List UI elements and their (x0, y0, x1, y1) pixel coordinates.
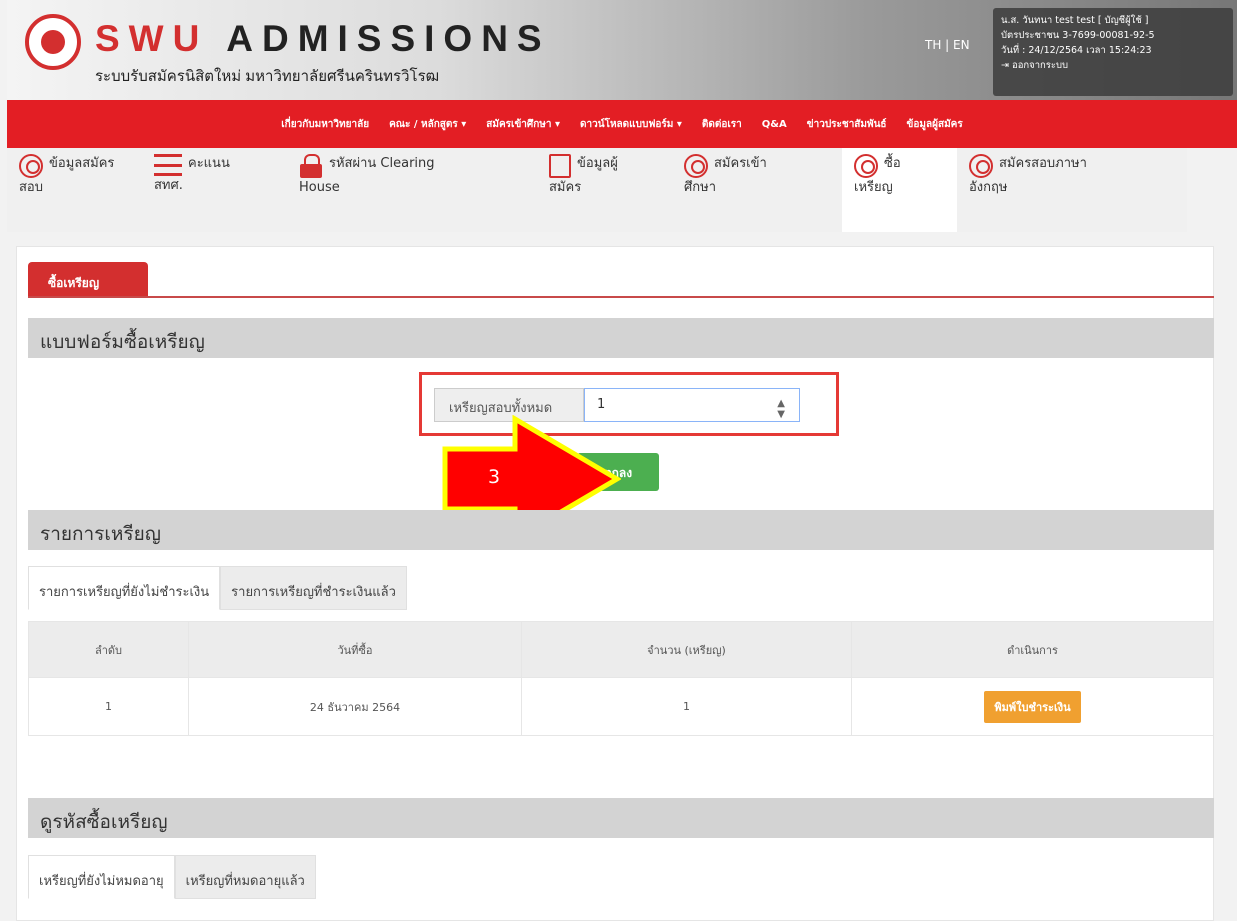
col-action: ดำเนินการ (851, 621, 1214, 678)
tab-clearing-house[interactable]: รหัสผ่าน Clearing House (287, 148, 537, 232)
nav-item-news[interactable]: ข่าวประชาสัมพันธ์ (807, 117, 887, 132)
user-edit-icon (854, 154, 878, 178)
nav-item-contact[interactable]: ติดต่อเรา (702, 117, 742, 132)
tab-paid-coins[interactable]: รายการเหรียญที่ชำระเงินแล้ว (220, 566, 407, 610)
tab-label: สมัครเข้า (714, 156, 767, 171)
nav-item-download[interactable]: ดาวน์โหลดแบบฟอร์ม ▾ (580, 117, 682, 132)
coin-list-table: ลำดับ วันที่ซื้อ จำนวน (เหรียญ) ดำเนินกา… (28, 621, 1214, 736)
logout-icon: ⇥ (1001, 60, 1012, 71)
tab-label: สมัครสอบภาษา (999, 156, 1087, 171)
col-quantity: จำนวน (เหรียญ) (521, 621, 852, 678)
logout-label: ออกจากระบบ (1011, 60, 1069, 71)
tab-label: ศึกษา (684, 180, 716, 195)
tab-label: ข้อมูลผู้ (577, 156, 618, 171)
coin-code-tabs: เหรียญที่ยังไม่หมดอายุ เหรียญที่หมดอายุแ… (28, 855, 316, 899)
lock-icon (299, 154, 323, 178)
page-tab-buy-coin[interactable]: ซื้อเหรียญ (28, 262, 148, 296)
user-edit-icon (684, 154, 708, 178)
brand-admissions: ADMISSIONS (226, 18, 551, 59)
tab-onet-score[interactable]: คะแนน สทศ. (142, 148, 287, 232)
tab-unpaid-coins[interactable]: รายการเหรียญที่ยังไม่ชำระเงิน (28, 566, 221, 610)
tab-label: สมัคร (549, 180, 582, 195)
tab-label: ข้อมูลสมัคร (49, 156, 115, 171)
cell-action: พิมพ์ใบชำระเงิน (851, 677, 1214, 736)
brand-swu: SWU (95, 18, 209, 59)
nav-item-qa[interactable]: Q&A (762, 119, 787, 130)
feature-tabs: ข้อมูลสมัคร สอบ คะแนน สทศ. รหัสผ่าน Clea… (7, 148, 1237, 232)
tab-english-exam[interactable]: สมัครสอบภาษา อังกฤษ (957, 148, 1187, 232)
main-nav: เกี่ยวกับมหาวิทยาลัย คณะ / หลักสูตร ▾ สม… (7, 100, 1237, 148)
col-purchase-date: วันที่ซื้อ (188, 621, 522, 678)
cell-order: 1 (28, 677, 189, 736)
coin-list-section-header: รายการเหรียญ (28, 510, 1214, 550)
nav-item-faculty[interactable]: คณะ / หลักสูตร ▾ (389, 117, 466, 132)
brand-title: SWU ADMISSIONS (95, 18, 551, 60)
user-name[interactable]: น.ส. วันทนา test test [ บัญชีผู้ใช้ ] (1001, 13, 1225, 28)
site-header: SWU ADMISSIONS ระบบรับสมัครนิสิตใหม่ มหา… (7, 0, 1237, 100)
nav-item-apply[interactable]: สมัครเข้าศึกษา ▾ (486, 117, 560, 132)
swu-logo[interactable] (25, 14, 81, 70)
user-edit-icon (19, 154, 43, 178)
tab-label: สทศ. (154, 178, 183, 193)
tab-applicant-info[interactable]: ข้อมูลผู้ สมัคร (537, 148, 672, 232)
document-icon (549, 154, 571, 178)
page-tab-divider (28, 296, 1214, 298)
tab-apply[interactable]: สมัครเข้า ศึกษา (672, 148, 842, 232)
coin-list-tabs: รายการเหรียญที่ยังไม่ชำระเงิน รายการเหรี… (28, 566, 407, 610)
tab-valid-coins[interactable]: เหรียญที่ยังไม่หมดอายุ (28, 855, 175, 899)
step-number: 3 (487, 466, 501, 488)
tab-label: รหัสผ่าน Clearing (329, 156, 435, 171)
user-datetime: วันที่ : 24/12/2564 เวลา 15:24:23 (1001, 45, 1152, 56)
language-switch[interactable]: TH | EN (925, 38, 970, 52)
user-edit-icon (969, 154, 993, 178)
tab-label: ซื้อ (884, 156, 901, 171)
spinner-icon[interactable]: ▲ ▼ (777, 398, 785, 420)
brand-subtitle: ระบบรับสมัครนิสิตใหม่ มหาวิทยาลัยศรีนคริ… (95, 68, 440, 85)
logout-link[interactable]: ⇥ ออกจากระบบ (1001, 58, 1225, 73)
tab-expired-coins[interactable]: เหรียญที่หมดอายุแล้ว (174, 855, 316, 899)
coin-quantity-value: 1 (597, 397, 606, 412)
list-icon (154, 154, 182, 176)
user-info-box: น.ส. วันทนา test test [ บัญชีผู้ใช้ ] บั… (993, 8, 1233, 96)
tab-label: สอบ (19, 180, 43, 195)
tab-label: เหรียญ (854, 180, 893, 195)
nav-item-about[interactable]: เกี่ยวกับมหาวิทยาลัย (281, 117, 369, 132)
user-id-card: บัตรประชาชน 3-7699-00081-92-5 (1001, 30, 1155, 41)
tab-label: House (299, 180, 340, 195)
tab-exam-info[interactable]: ข้อมูลสมัคร สอบ (7, 148, 142, 232)
cell-date: 24 ธันวาคม 2564 (188, 677, 522, 736)
print-payment-button[interactable]: พิมพ์ใบชำระเงิน (984, 690, 1081, 723)
table-row: 1 24 ธันวาคม 2564 1 พิมพ์ใบชำระเงิน (28, 677, 1214, 736)
col-order: ลำดับ (28, 621, 189, 678)
nav-item-applicant[interactable]: ข้อมูลผู้สมัคร (907, 117, 963, 132)
cell-quantity: 1 (521, 677, 852, 736)
form-section-header: แบบฟอร์มซื้อเหรียญ (28, 318, 1214, 358)
tab-label: อังกฤษ (969, 180, 1008, 195)
tab-label: คะแนน (188, 156, 230, 171)
coin-code-section-header: ดูรหัสซื้อเหรียญ (28, 798, 1214, 838)
tab-buy-coin[interactable]: ซื้อ เหรียญ (842, 148, 957, 232)
